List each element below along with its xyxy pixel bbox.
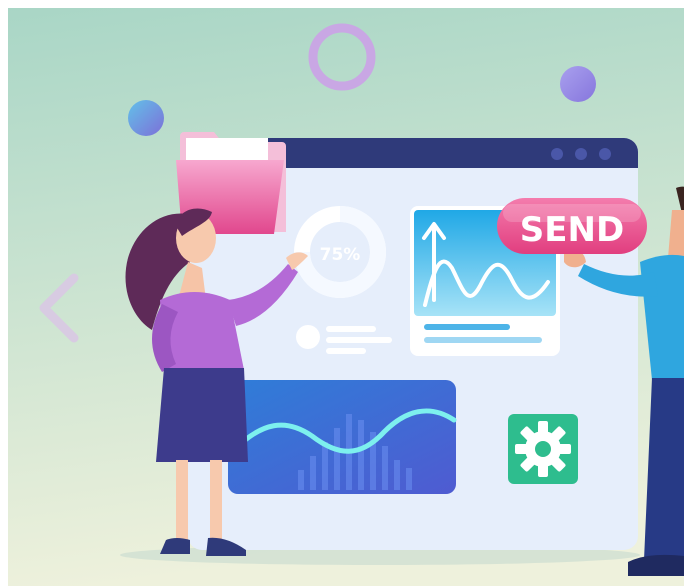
gear-hole — [535, 441, 551, 457]
chart-caption-line — [424, 337, 542, 343]
legend-line — [326, 337, 392, 343]
gear-tile[interactable] — [508, 414, 578, 484]
wave-bar — [394, 460, 400, 490]
wave-bar — [382, 446, 388, 490]
illustration-scene: 75% SEND — [0, 0, 684, 586]
wave-bar — [322, 442, 328, 490]
blue-dot-decoration — [128, 100, 164, 136]
illustration-stage: 75% SEND — [0, 0, 684, 586]
woman-skirt — [156, 368, 248, 462]
wave-bar — [334, 428, 340, 490]
legend-line — [326, 348, 366, 354]
wave-bar — [298, 470, 304, 490]
wave-bar — [406, 468, 412, 490]
gear-icon — [515, 421, 571, 477]
legend-line — [326, 326, 376, 332]
wave-panel — [228, 380, 457, 494]
donut-label: 75% — [320, 245, 361, 265]
send-label: SEND — [520, 210, 624, 250]
woman-leg — [210, 460, 222, 542]
send-badge[interactable]: SEND — [497, 198, 647, 254]
purple-dot-decoration — [560, 66, 596, 102]
window-dot — [575, 148, 587, 160]
wave-bar — [310, 456, 316, 490]
window-dot — [599, 148, 611, 160]
wave-card — [228, 380, 456, 494]
wave-bar — [358, 420, 364, 490]
window-dot — [551, 148, 563, 160]
woman-leg — [176, 460, 188, 542]
chart-caption-line — [424, 324, 510, 330]
legend-dot — [296, 325, 320, 349]
